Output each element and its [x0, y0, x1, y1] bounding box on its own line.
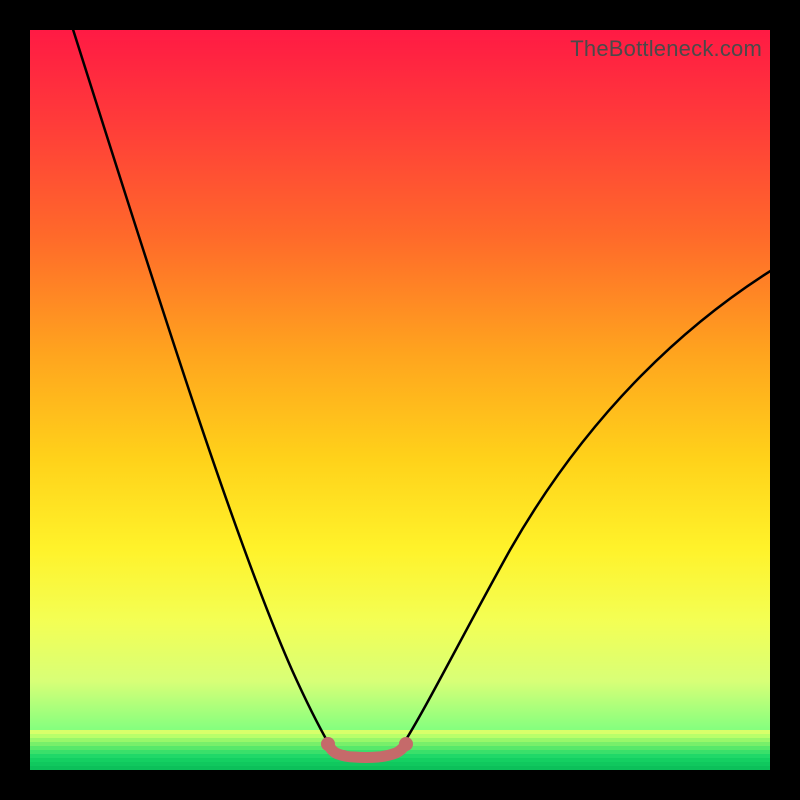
- floor-dot-left: [321, 737, 335, 751]
- watermark-text: TheBottleneck.com: [570, 36, 762, 62]
- floor-bump-1: [339, 750, 349, 760]
- floor-bump-3: [383, 750, 393, 760]
- curve-layer: [30, 30, 770, 770]
- floor-bump-2: [361, 753, 371, 763]
- plot-area: TheBottleneck.com: [30, 30, 770, 770]
- right-curve: [402, 265, 770, 746]
- floor-dot-right: [399, 737, 413, 751]
- left-curve: [70, 30, 330, 746]
